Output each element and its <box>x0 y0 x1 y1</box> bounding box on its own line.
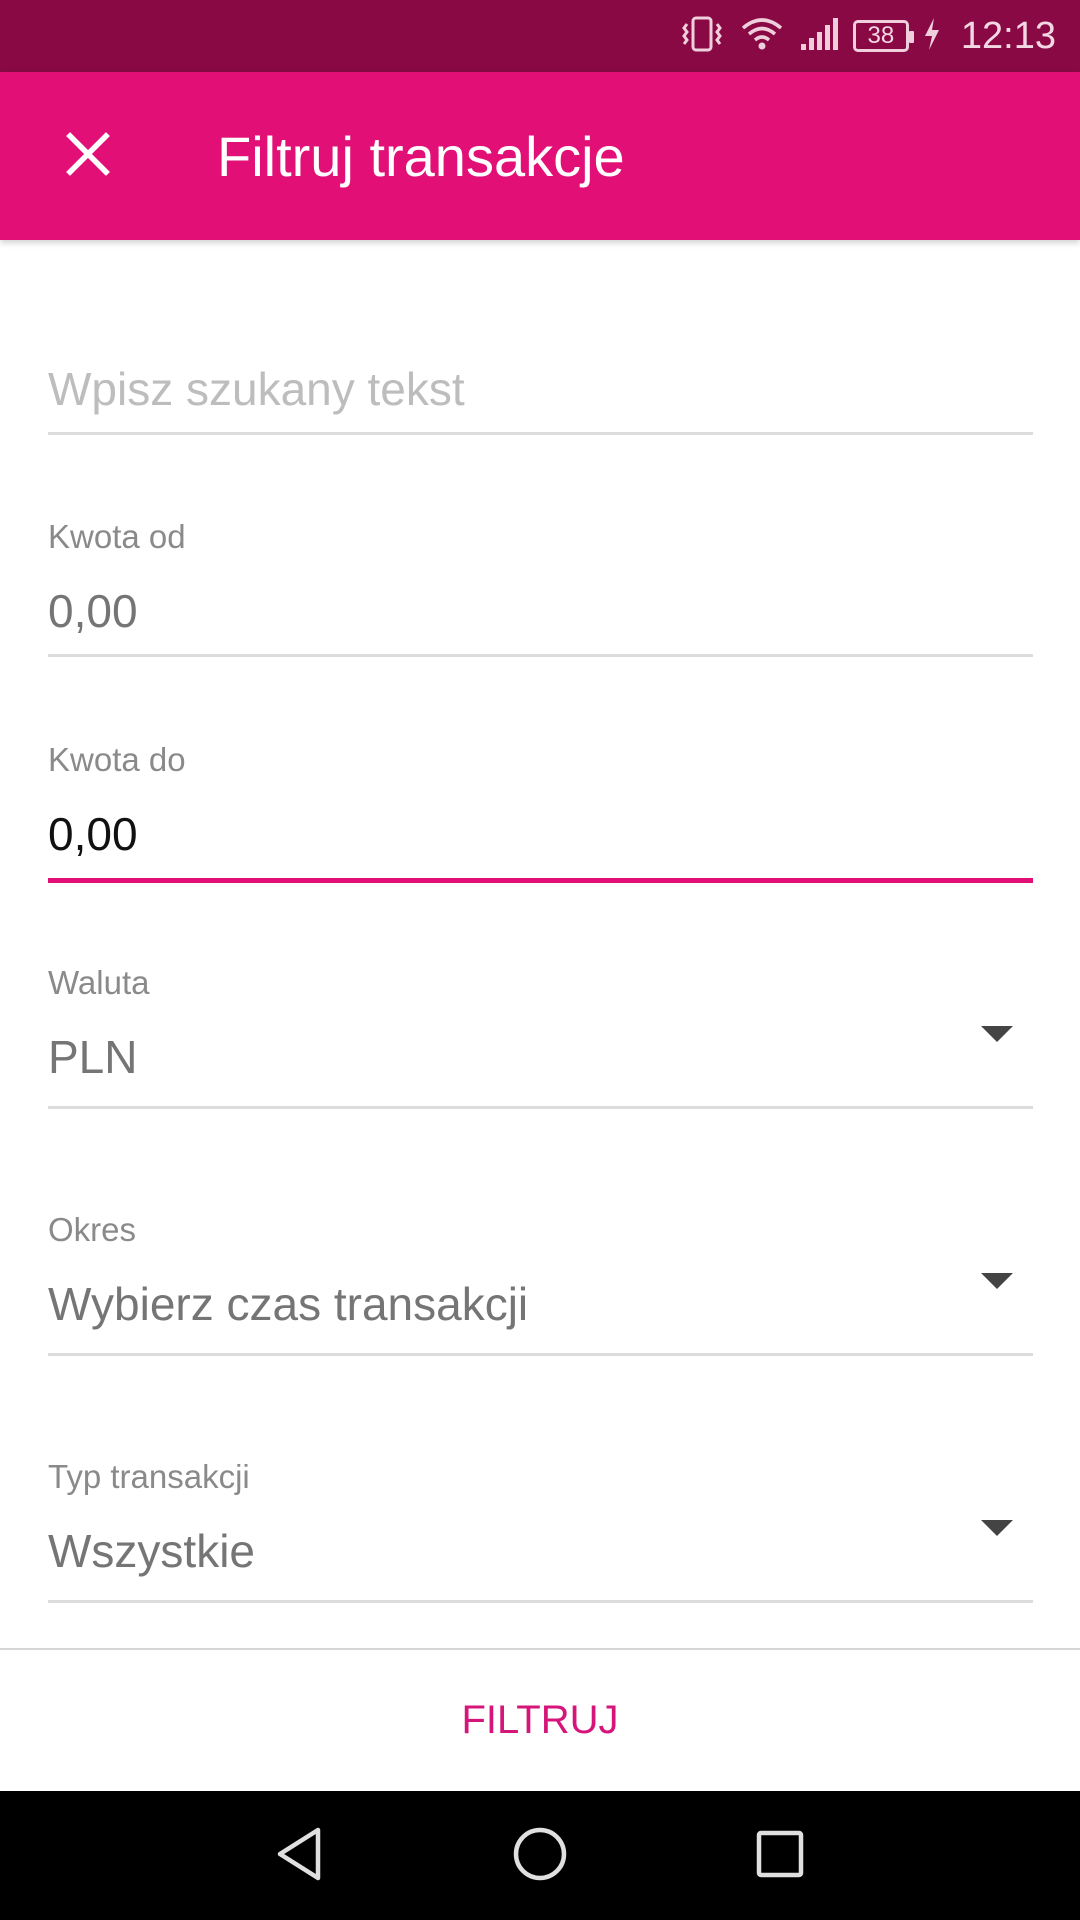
battery-icon: 38 <box>852 20 914 52</box>
search-underline <box>48 432 1033 435</box>
amount-to-label: Kwota do <box>48 741 186 778</box>
chevron-down-icon[interactable] <box>981 1520 1013 1536</box>
amount-from-label: Kwota od <box>48 518 186 555</box>
search-field[interactable]: Wpisz szukany tekst <box>48 350 1033 440</box>
home-circle-icon <box>512 1826 568 1887</box>
transaction-type-underline <box>48 1600 1033 1603</box>
charging-icon <box>923 17 941 56</box>
status-time: 12:13 <box>960 14 1056 57</box>
recents-square-icon <box>755 1829 805 1884</box>
close-button[interactable] <box>40 108 136 204</box>
wifi-icon <box>739 14 785 59</box>
back-button[interactable] <box>255 1811 345 1901</box>
close-icon <box>66 131 110 181</box>
app-bar: Filtruj transakcje <box>0 72 1080 240</box>
transaction-type-select[interactable]: Typ transakcji Wszystkie <box>48 1458 1033 1604</box>
currency-underline <box>48 1106 1033 1109</box>
amount-to-input[interactable]: 0,00 <box>48 807 138 861</box>
amount-from-underline <box>48 654 1033 657</box>
period-value: Wybierz czas transakcji <box>48 1278 529 1330</box>
currency-value: PLN <box>48 1031 138 1083</box>
status-icons: 38 12:13 <box>679 0 1056 72</box>
vibrate-icon <box>679 14 725 59</box>
page-title: Filtruj transakcje <box>217 124 625 188</box>
transaction-type-label: Typ transakcji <box>48 1458 250 1495</box>
amount-from-field[interactable]: Kwota od 0,00 <box>48 518 1033 658</box>
search-input-placeholder: Wpisz szukany tekst <box>48 363 465 415</box>
amount-to-underline <box>48 878 1033 883</box>
amount-from-input[interactable]: 0,00 <box>48 584 138 638</box>
amount-to-field[interactable]: Kwota do 0,00 <box>48 741 1033 886</box>
navigation-bar <box>0 1791 1080 1920</box>
status-bar: 38 12:13 <box>0 0 1080 72</box>
transaction-type-value: Wszystkie <box>48 1525 255 1577</box>
currency-label: Waluta <box>48 964 150 1001</box>
home-button[interactable] <box>495 1811 585 1901</box>
battery-level: 38 <box>867 22 895 49</box>
signal-icon <box>799 16 839 57</box>
filter-button[interactable]: FILTRUJ <box>340 1660 740 1780</box>
period-underline <box>48 1353 1033 1356</box>
currency-select[interactable]: Waluta PLN <box>48 964 1033 1110</box>
period-select[interactable]: Okres Wybierz czas transakcji <box>48 1211 1033 1357</box>
action-divider <box>0 1648 1080 1650</box>
chevron-down-icon[interactable] <box>981 1273 1013 1289</box>
recents-button[interactable] <box>735 1811 825 1901</box>
chevron-down-icon[interactable] <box>981 1026 1013 1042</box>
period-label: Okres <box>48 1211 137 1248</box>
back-triangle-icon <box>274 1826 326 1887</box>
